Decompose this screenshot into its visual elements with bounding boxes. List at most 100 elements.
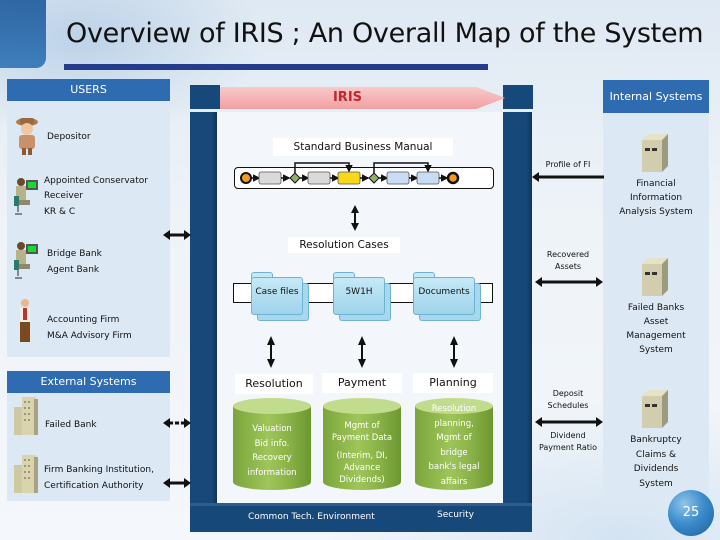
db-text: information [247,467,297,478]
db-text: Mgmt of [436,433,472,443]
bidirectional-arrow-icon [163,230,191,240]
internal-bcds-line-3: Dividends [633,464,679,474]
deposit-schedules-line-2: Schedules [547,401,589,410]
user-conservator-line-1: Appointed Conservator [44,176,148,186]
internal-fbams-line-3: Management [626,331,686,341]
folder-label: Documents [418,287,470,297]
module-resolution-label: Resolution [235,374,313,394]
internal-bcds-line-2: Claims & [635,450,677,460]
bidirectional-arrow-icon [267,336,275,368]
start-event-icon [240,172,252,184]
deposit-schedules-line-1: Deposit [552,389,584,398]
module-payment-label: Payment [322,373,402,393]
corner-accent [0,0,46,68]
standard-business-manual-label: Standard Business Manual [273,138,453,156]
task-box [307,171,331,185]
server-icon [642,258,668,296]
common-tech-environment-label: Common Tech. Environment [248,512,375,522]
db-text: Dividends) [339,475,385,485]
db-text: Mgmt of [344,421,380,431]
frame-corner [503,85,533,109]
page-title: Overview of IRIS ; An Overall Map of the… [66,18,704,49]
bidirectional-arrow-icon [163,418,191,428]
db-text: bridge [440,447,468,458]
db-text: (Interim, DI, [336,451,388,461]
profile-of-fi-label: Profile of FI [545,160,591,169]
elderly-person-icon [16,118,38,155]
server-icon [642,390,668,428]
bidirectional-arrow-icon [535,417,603,427]
external-systems-header: External Systems [7,371,170,393]
user-bridge-bank-label: Bridge Bank [47,249,102,259]
user-accounting-firm-label: Accounting Firm [47,315,120,325]
internal-systems-header: Internal Systems [603,80,709,113]
users-panel-header: USERS [7,79,170,101]
user-ma-advisory-label: M&A Advisory Firm [47,331,132,341]
db-text: planning, [434,418,474,429]
external-cert-authority-label: Certification Authority [44,481,144,491]
db-text: Resolution [431,404,477,414]
external-firm-banking-label: Firm Banking Institution, [44,465,154,475]
title-underline [64,64,488,70]
internal-bcds-line-1: Bankruptcy [630,435,682,445]
user-depositor-label: Depositor [47,132,91,142]
module-planning-label: Planning [413,373,493,393]
server-icon [642,134,668,172]
internal-fbams-line-2: Asset [643,317,669,327]
db-text: bank's legal [428,462,480,472]
computer-worker-icon [14,178,38,215]
bidirectional-arrow-icon [450,336,458,368]
db-text: Valuation [252,424,292,434]
db-text: Payment Data [331,433,393,443]
folder-documents[interactable]: Documents [413,272,481,321]
internal-fbams-line-4: System [639,345,673,355]
folder-label: 5W1H [345,287,373,297]
recovered-assets-line-2: Assets [554,262,582,271]
bidirectional-arrow-icon [351,205,359,231]
security-label: Security [437,510,474,520]
user-agent-bank-label: Agent Bank [47,265,100,275]
building-icon [14,397,38,435]
internal-fias-line-3: Analysis System [619,207,693,217]
external-failed-bank-label: Failed Bank [45,420,97,430]
internal-fias-line-2: Information [629,193,683,203]
user-conservator-line-3: KR & C [44,207,76,217]
frame-corner [190,85,220,109]
task-box [386,171,410,185]
dividend-payment-ratio-line-2: Payment Ratio [538,443,598,452]
database-payment: Mgmt of Payment Data (Interim, DI, Advan… [323,398,401,496]
bidirectional-arrow-icon [358,336,366,368]
page-number-badge: 25 [668,490,714,536]
internal-fias-line-1: Financial [636,179,676,189]
building-icon [14,455,38,493]
recovered-assets-line-1: Recovered [546,250,590,259]
internal-fbams-line-1: Failed Banks [627,303,685,313]
frame-left-pillar [190,112,217,504]
user-conservator-line-2: Receiver [44,191,83,201]
iris-banner: IRIS [220,87,505,109]
frame-right-pillar [503,112,532,504]
db-text: Advance [343,463,381,473]
left-arrow-icon [532,172,604,182]
db-text: affairs [440,476,468,487]
businessman-icon [20,299,30,342]
bidirectional-arrow-icon [535,277,603,287]
computer-worker-icon [14,242,38,279]
folder-label: Case files [255,287,299,297]
process-flow-diagram [240,162,460,185]
gateway-icon [368,172,380,184]
resolution-cases-label: Resolution Cases [288,237,400,253]
database-planning: Resolution planning, Mgmt of bridge bank… [415,398,493,496]
dividend-payment-ratio-line-1: Dividend [550,431,586,440]
db-text: Bid info. [254,438,290,449]
db-text: Recovery [252,453,292,463]
task-box [258,171,282,185]
bidirectional-arrow-icon [163,478,191,488]
task-box-highlighted [337,171,361,185]
folder-5w1h[interactable]: 5W1H [333,272,391,321]
folder-case-files[interactable]: Case files [251,272,309,321]
end-event-icon [446,171,460,185]
task-box [416,171,440,185]
database-resolution: Valuation Bid info. Recovery information [233,398,311,496]
gateway-icon [289,172,301,184]
